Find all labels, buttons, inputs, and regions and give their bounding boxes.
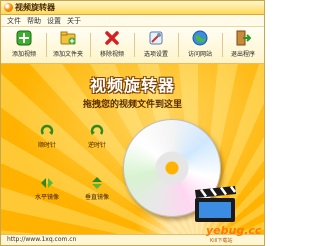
horizontal-mirror-icon: [41, 178, 53, 188]
add-video-icon: [16, 30, 32, 46]
menu-about[interactable]: 关于: [67, 16, 81, 26]
menu-file[interactable]: 文件: [7, 16, 21, 26]
rotate-clockwise-icon: [40, 124, 54, 135]
exit-button[interactable]: 退出程序: [223, 29, 263, 61]
menu-settings[interactable]: 设置: [47, 16, 61, 26]
remove-video-label: 移除视频: [99, 51, 124, 58]
vertical-mirror-icon: [92, 177, 102, 189]
toolbar-separator: [178, 33, 179, 57]
toolbar-separator: [46, 33, 47, 57]
add-video-label: 添加视频: [11, 51, 36, 58]
rotate-counterclockwise-icon: [90, 124, 104, 135]
rotate-counterclockwise-button[interactable]: 逆时针: [77, 124, 117, 154]
visit-website-label: 访问网站: [187, 51, 212, 58]
add-video-button[interactable]: 添加视频: [4, 29, 44, 61]
settings-button[interactable]: 选项设置: [136, 29, 176, 61]
window-title: 视频旋转器: [15, 3, 55, 12]
toolbar: 添加视频 添加文件夹 移除视频 选项设置 访问网站 退出程序: [1, 27, 264, 64]
status-url[interactable]: http://www.1xq.com.cn: [7, 236, 76, 243]
watermark-main-text: yebug.cc: [206, 224, 262, 237]
menu-bar: 文件 帮助 设置 关于: [1, 15, 264, 27]
toolbar-separator: [90, 33, 91, 57]
vertical-mirror-button[interactable]: 垂直镜像: [77, 176, 117, 206]
add-folder-label: 添加文件夹: [52, 51, 83, 58]
title-bar[interactable]: 视频旋转器: [1, 1, 264, 15]
menu-help[interactable]: 帮助: [27, 16, 41, 26]
remove-video-button[interactable]: 移除视频: [92, 29, 132, 61]
settings-icon: [149, 31, 163, 45]
horizontal-mirror-button[interactable]: 水平镜像: [27, 176, 67, 206]
app-window: 视频旋转器 文件 帮助 设置 关于 添加视频 添加文件夹 移除视频 选项设置 访…: [0, 0, 265, 246]
watermark-sub-text: Kill下载站: [210, 238, 233, 244]
add-folder-icon: [60, 31, 76, 45]
visit-website-button[interactable]: 访问网站: [180, 29, 220, 61]
drop-area[interactable]: 视频旋转器 拖拽您的视频文件到这里 顺时针 逆时针 水平镜像 垂直镜像: [1, 64, 264, 234]
drop-hint: 拖拽您的视频文件到这里: [82, 100, 182, 110]
toolbar-separator: [134, 33, 135, 57]
vertical-mirror-label: 垂直镜像: [84, 194, 109, 201]
rotate-clockwise-button[interactable]: 顺时针: [27, 124, 67, 154]
rotate-counterclockwise-label: 逆时针: [87, 142, 106, 149]
globe-icon: [192, 30, 208, 46]
horizontal-mirror-label: 水平镜像: [34, 194, 59, 201]
exit-label: 退出程序: [230, 51, 255, 58]
watermark-logo: yebug.cc Kill下载站: [206, 224, 262, 245]
remove-video-icon: [105, 31, 119, 45]
exit-icon: [236, 30, 251, 46]
app-icon: [4, 3, 13, 12]
film-clapper-icon: [195, 185, 237, 222]
settings-label: 选项设置: [143, 51, 168, 58]
add-folder-button[interactable]: 添加文件夹: [48, 29, 88, 61]
headline: 视频旋转器: [89, 76, 175, 95]
rotate-clockwise-label: 顺时针: [37, 142, 56, 149]
